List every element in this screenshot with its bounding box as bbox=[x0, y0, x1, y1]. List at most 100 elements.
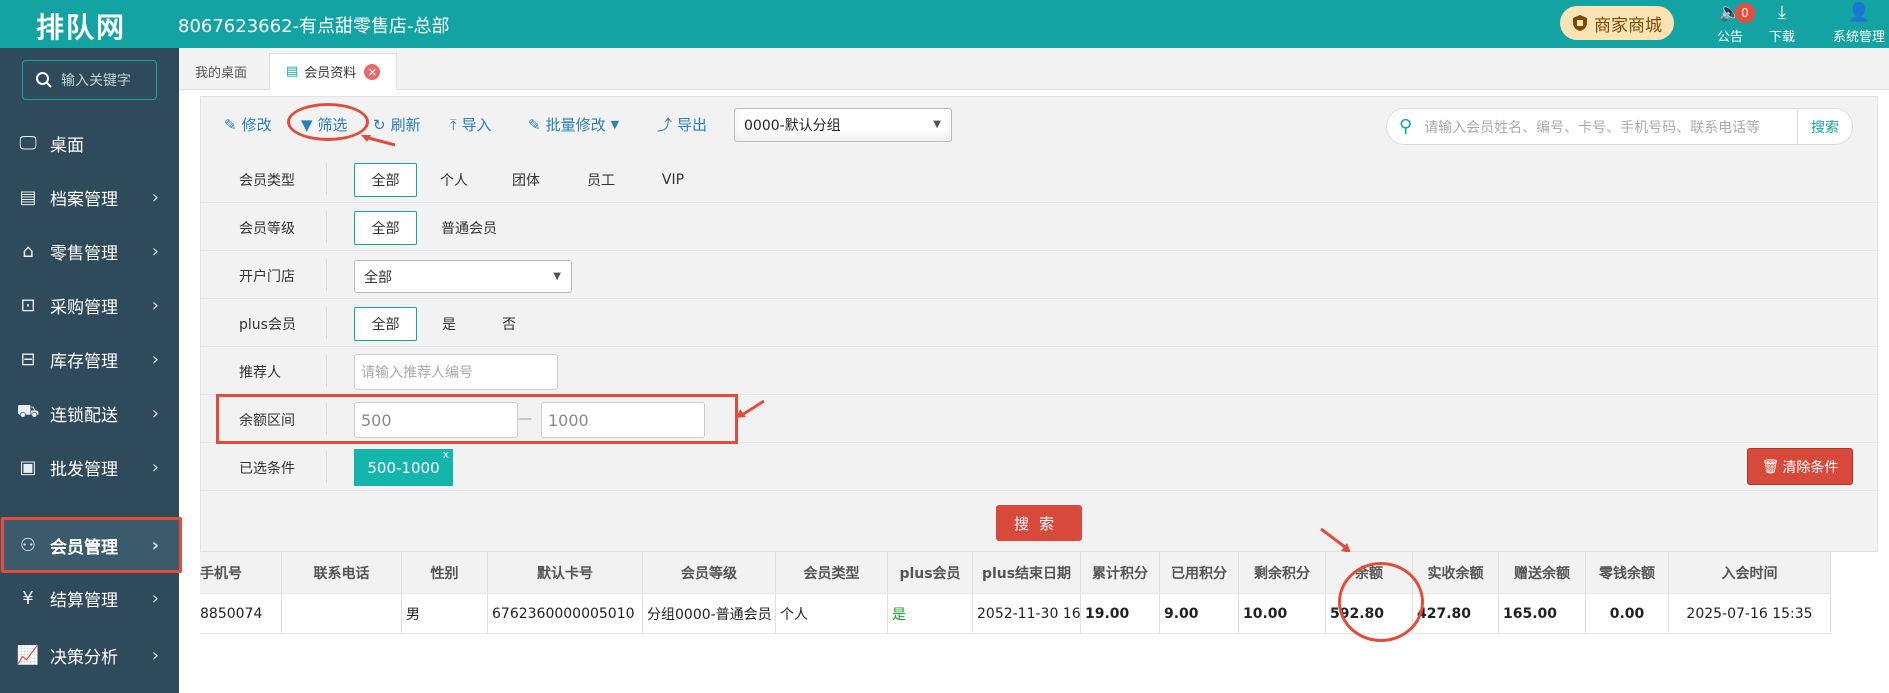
option-staff[interactable]: 员工 bbox=[576, 163, 626, 197]
cell-phone: 8850074 bbox=[200, 594, 282, 633]
option-vip[interactable]: VIP bbox=[648, 163, 698, 197]
refresh-button[interactable]: ↻ 刷新 bbox=[373, 114, 421, 135]
header-cell-change-balance[interactable]: 零钱余额 bbox=[1586, 552, 1669, 593]
cell-contact bbox=[282, 594, 402, 633]
sidebar-item-analysis[interactable]: 📈 决策分析 › bbox=[0, 628, 179, 682]
header-cell-join-time[interactable]: 入会时间 bbox=[1669, 552, 1831, 593]
sidebar-search-placeholder: 输入关键字 bbox=[61, 73, 131, 89]
chart-icon: 📈 bbox=[16, 644, 40, 666]
header-cell-remaining-points[interactable]: 剩余积分 bbox=[1239, 552, 1326, 593]
header-cell-phone[interactable]: 手机号 bbox=[200, 552, 282, 593]
clear-conditions-label: 清除条件 bbox=[1782, 459, 1839, 476]
trash-icon: 🗑 bbox=[1761, 458, 1780, 475]
referrer-input[interactable]: 请输入推荐人编号 bbox=[354, 354, 558, 390]
wholesale-icon: ▣ bbox=[19, 456, 37, 478]
selected-condition-chip[interactable]: 500-1000 x bbox=[354, 448, 453, 486]
balance-max-input[interactable]: 1000 bbox=[541, 402, 705, 438]
header-cell-gift-balance[interactable]: 赠送余额 bbox=[1499, 552, 1586, 593]
edit-button[interactable]: ✎ 修改 bbox=[224, 114, 272, 135]
option-all[interactable]: 全部 bbox=[354, 307, 417, 341]
option-group[interactable]: 团体 bbox=[501, 163, 551, 197]
filter-search-button[interactable]: 搜索 bbox=[996, 505, 1082, 541]
option-no[interactable]: 否 bbox=[489, 307, 529, 341]
header-cell-paid-balance[interactable]: 实收余额 bbox=[1413, 552, 1499, 593]
chip-close-icon[interactable]: x bbox=[442, 448, 449, 461]
open-store-select[interactable]: 全部 ▼ bbox=[354, 260, 572, 293]
caret-down-icon: ▼ bbox=[933, 119, 941, 130]
sidebar-item-inventory[interactable]: ⊟ 库存管理 › bbox=[0, 332, 179, 386]
divider bbox=[326, 259, 327, 291]
option-personal[interactable]: 个人 bbox=[429, 163, 479, 197]
download-button[interactable]: ⤓ 下载 bbox=[1752, 0, 1812, 48]
search-button[interactable]: 搜索 bbox=[1797, 109, 1852, 144]
range-dash: — bbox=[518, 411, 532, 427]
chevron-right-icon: › bbox=[151, 534, 159, 556]
wallet-icon: ¥ bbox=[22, 587, 34, 609]
group-select[interactable]: 0000-默认分组 ▼ bbox=[734, 108, 952, 142]
option-all[interactable]: 全部 bbox=[354, 211, 417, 245]
sidebar-item-retail[interactable]: ⌂ 零售管理 › bbox=[0, 224, 179, 278]
header-cell-type[interactable]: 会员类型 bbox=[776, 552, 888, 593]
store-icon: ⌂ bbox=[22, 240, 34, 262]
import-icon: ⤒ bbox=[450, 115, 457, 134]
group-select-value: 0000-默认分组 bbox=[744, 118, 841, 134]
filter-label: 已选条件 bbox=[239, 461, 295, 477]
filter-row-member-level: 会员等级 全部 普通会员 bbox=[201, 203, 1879, 251]
sidebar-item-purchase[interactable]: ⊡ 采购管理 › bbox=[0, 278, 179, 332]
export-button[interactable]: ⤴ 导出 bbox=[657, 114, 707, 135]
member-search-input[interactable]: ⚲ 请输入会员姓名、编号、卡号、手机号码、联系电话等 搜索 bbox=[1386, 108, 1853, 145]
cell-card: 6762360000005010 bbox=[488, 594, 643, 633]
sidebar-item-desktop[interactable]: 🖵 桌面 bbox=[0, 116, 179, 170]
sidebar-search-input[interactable]: 输入关键字 bbox=[22, 60, 157, 100]
shield-icon bbox=[1573, 15, 1587, 31]
sidebar-item-archives[interactable]: ▤ 档案管理 › bbox=[0, 170, 179, 224]
system-menu-button[interactable]: 👤 系统管理 bbox=[1829, 0, 1889, 48]
batch-edit-label: 批量修改 bbox=[545, 116, 606, 134]
file-icon: ▤ bbox=[19, 186, 37, 208]
annotation-arrow-icon bbox=[736, 399, 765, 418]
option-yes[interactable]: 是 bbox=[429, 307, 469, 341]
search-icon: ⚲ bbox=[1399, 116, 1413, 137]
filter-label: 推荐人 bbox=[239, 365, 281, 381]
funnel-icon: ▼ bbox=[301, 115, 313, 134]
option-normal-member[interactable]: 普通会员 bbox=[429, 211, 509, 245]
system-label: 系统管理 bbox=[1832, 30, 1885, 45]
header-cell-total-points[interactable]: 累计积分 bbox=[1081, 552, 1160, 593]
header-cell-plus-end[interactable]: plus结束日期 bbox=[973, 552, 1081, 593]
tab-member-profile[interactable]: ▤ 会员资料 × bbox=[269, 53, 398, 90]
export-label: 导出 bbox=[677, 116, 708, 134]
header-cell-balance[interactable]: 余额 bbox=[1326, 552, 1413, 593]
option-all[interactable]: 全部 bbox=[354, 163, 417, 197]
sidebar-item-wholesale[interactable]: ▣ 批发管理 › bbox=[0, 440, 179, 494]
import-button[interactable]: ⤒ 导入 bbox=[450, 114, 492, 135]
cell-plus: 是 bbox=[888, 594, 973, 633]
filter-row-open-store: 开户门店 全部 ▼ bbox=[201, 251, 1879, 299]
notice-button[interactable]: 🔈 公告 0 bbox=[1700, 0, 1760, 48]
close-icon[interactable]: × bbox=[364, 63, 381, 80]
filter-row-balance-range: 余额区间 500 — 1000 bbox=[201, 395, 1879, 443]
filter-row-member-type: 会员类型 全部 个人 团体 员工 VIP bbox=[201, 155, 1879, 203]
sidebar-item-settlement[interactable]: ¥ 结算管理 › bbox=[0, 571, 179, 625]
tab-my-desktop[interactable]: 我的桌面 bbox=[179, 53, 263, 90]
sidebar-item-member[interactable]: ⚇ 会员管理 › bbox=[0, 518, 179, 572]
logo[interactable]: 排队网 bbox=[36, 6, 126, 46]
header-cell-used-points[interactable]: 已用积分 bbox=[1160, 552, 1239, 593]
table-row[interactable]: 8850074 男 6762360000005010 分组0000-普通会员 个… bbox=[200, 594, 1831, 634]
header-cell-card[interactable]: 默认卡号 bbox=[488, 552, 643, 593]
balance-min-input[interactable]: 500 bbox=[354, 402, 518, 438]
tab-label: 我的桌面 bbox=[195, 66, 248, 81]
header-cell-plus[interactable]: plus会员 bbox=[888, 552, 973, 593]
filter-label: plus会员 bbox=[239, 317, 296, 333]
merchant-mall-button[interactable]: 商家商城 bbox=[1560, 6, 1674, 40]
header-cell-contact[interactable]: 联系电话 bbox=[282, 552, 402, 593]
sidebar-item-label: 连锁配送 bbox=[50, 405, 118, 426]
divider bbox=[326, 355, 327, 387]
header-cell-gender[interactable]: 性别 bbox=[402, 552, 488, 593]
filter-label: 余额区间 bbox=[239, 413, 295, 429]
filter-button[interactable]: ▼ 筛选 bbox=[301, 114, 348, 135]
clear-conditions-button[interactable]: 🗑 清除条件 bbox=[1747, 448, 1853, 485]
sidebar-item-label: 决策分析 bbox=[50, 647, 118, 668]
sidebar-item-distribution[interactable]: ⛟ 连锁配送 › bbox=[0, 386, 179, 440]
batch-edit-button[interactable]: ✎ 批量修改 ▼ bbox=[528, 114, 619, 135]
header-cell-level[interactable]: 会员等级 bbox=[643, 552, 776, 593]
